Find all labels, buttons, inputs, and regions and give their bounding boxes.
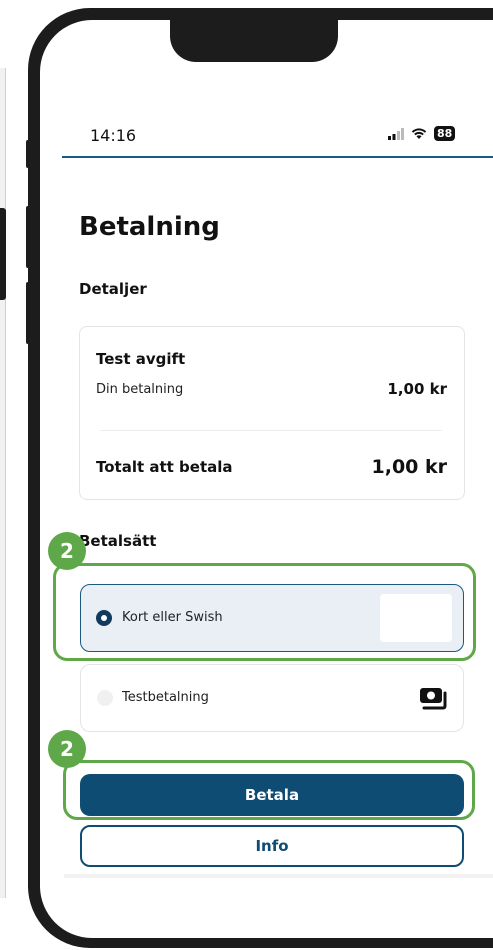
battery-icon: 88	[434, 126, 456, 141]
background-device-edge	[0, 68, 6, 898]
card-divider	[100, 430, 442, 431]
radio-selected[interactable]	[96, 610, 112, 626]
bottom-divider	[64, 874, 493, 878]
info-button[interactable]: Info	[80, 825, 464, 867]
wifi-icon	[411, 128, 427, 139]
radio-unselected[interactable]	[97, 690, 113, 706]
payment-provider-logo	[380, 594, 452, 642]
payment-row-label: Din betalning	[96, 382, 184, 397]
payment-option-label: Testbetalning	[122, 690, 209, 705]
cash-icon	[420, 688, 447, 710]
volume-up-button	[26, 206, 30, 268]
payment-methods-heading: Betalsätt	[79, 532, 157, 550]
header-divider	[62, 156, 493, 158]
details-heading: Detaljer	[79, 280, 147, 298]
status-icons: 88	[388, 126, 456, 141]
signal-icon	[388, 127, 404, 140]
silent-switch	[26, 140, 30, 168]
payment-option-label: Kort eller Swish	[122, 610, 223, 625]
item-name: Test avgift	[96, 350, 186, 368]
status-time: 14:16	[90, 126, 137, 145]
pay-button[interactable]: Betala	[80, 774, 464, 816]
payment-row-value: 1,00 kr	[387, 380, 447, 398]
volume-down-button	[26, 282, 30, 344]
total-label: Totalt att betala	[96, 458, 233, 476]
total-value: 1,00 kr	[371, 456, 448, 478]
phone-notch	[170, 8, 338, 62]
page-title: Betalning	[79, 212, 220, 242]
background-device-button	[0, 208, 6, 300]
